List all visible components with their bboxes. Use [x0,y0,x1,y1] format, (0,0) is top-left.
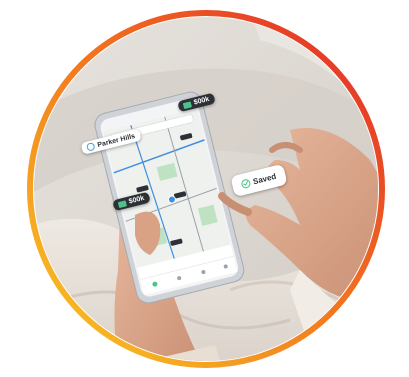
home-price-icon [182,100,192,109]
photo-content [34,17,378,361]
saved-callout-text: Saved [252,171,278,187]
home-price-icon [117,199,127,208]
price-marker-top-text: $00k [193,95,211,107]
location-pin-icon [85,141,96,152]
photo-scene [27,10,385,368]
check-circle-icon [240,178,252,190]
price-marker-left-text: $00k [128,194,146,206]
